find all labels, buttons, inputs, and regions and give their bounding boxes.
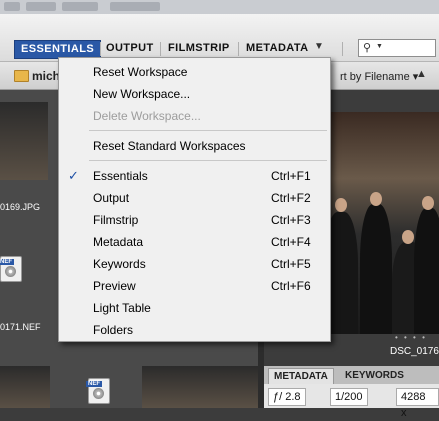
- chevron-down-icon: ▼: [376, 43, 383, 50]
- thumbnail-image[interactable]: [142, 366, 258, 408]
- menu-item-essentials[interactable]: ✓ Essentials Ctrl+F1: [59, 166, 330, 186]
- menu-item-reset-standard-workspaces[interactable]: Reset Standard Workspaces: [59, 136, 330, 156]
- search-input[interactable]: ⚲ ▼: [358, 39, 436, 57]
- thumbnail-label: 0169.JPG: [0, 202, 41, 212]
- nef-file-icon[interactable]: NEF: [86, 378, 110, 404]
- photo-face: [402, 230, 414, 244]
- menu-separator: [89, 160, 327, 161]
- checkmark-icon: ✓: [68, 168, 79, 183]
- window-titlebar: [0, 0, 439, 14]
- menu-item-folders[interactable]: Folders: [59, 320, 330, 340]
- disc-icon: [93, 388, 104, 399]
- aperture-value: ƒ/ 2.8: [268, 388, 306, 406]
- workspace-tab-filmstrip[interactable]: FILMSTRIP: [162, 40, 236, 57]
- workspace-menu: Reset Workspace New Workspace... Delete …: [58, 57, 331, 342]
- sort-dropdown[interactable]: rt by Filename ▾: [340, 70, 418, 83]
- tab-metadata[interactable]: METADATA: [268, 368, 334, 384]
- sort-ascending-icon[interactable]: ▲: [416, 68, 427, 80]
- thumbnail-label: 0171.NEF: [0, 322, 41, 332]
- folder-icon: [14, 70, 29, 82]
- nef-badge: NEF: [0, 259, 14, 265]
- disc-icon: [5, 266, 16, 277]
- rating-dots[interactable]: • • • •: [395, 333, 427, 342]
- tab-keywords[interactable]: KEYWORDS: [340, 368, 409, 383]
- tab-divider: [238, 42, 239, 56]
- nef-badge: NEF: [86, 381, 102, 387]
- metadata-placard: ƒ/ 2.8 1/200 4288 x: [264, 384, 439, 419]
- photo-face: [335, 198, 347, 212]
- nef-file-icon[interactable]: NEF: [0, 256, 22, 282]
- shutter-value: 1/200: [330, 388, 368, 406]
- thumbnail-image[interactable]: [0, 366, 50, 408]
- menu-item-delete-workspace: Delete Workspace...: [93, 109, 201, 123]
- tab-divider: [160, 42, 161, 56]
- metadata-panel-tabs: METADATA KEYWORDS: [264, 366, 439, 384]
- menu-item-output[interactable]: Output Ctrl+F2: [59, 188, 330, 208]
- photo-figure: [414, 208, 439, 334]
- search-icon: ⚲: [363, 42, 372, 54]
- photo-face: [422, 196, 434, 210]
- menu-item-new-workspace[interactable]: New Workspace...: [59, 84, 330, 104]
- menu-separator: [89, 130, 327, 131]
- menu-item-keywords[interactable]: Keywords Ctrl+F5: [59, 254, 330, 274]
- menu-item-light-table[interactable]: Light Table: [59, 298, 330, 318]
- menu-item-reset-workspace[interactable]: Reset Workspace: [59, 62, 330, 82]
- preview-caption: DSC_0176: [390, 346, 439, 357]
- workspace-bar: ESSENTIALS OUTPUT FILMSTRIP METADATA ▼ ⚲…: [0, 14, 439, 62]
- tab-divider: [342, 42, 343, 56]
- menu-item-metadata[interactable]: Metadata Ctrl+F4: [59, 232, 330, 252]
- menu-item-filmstrip[interactable]: Filmstrip Ctrl+F3: [59, 210, 330, 230]
- chevron-down-icon[interactable]: ▼: [314, 41, 324, 52]
- workspace-tab-metadata[interactable]: METADATA: [240, 40, 314, 57]
- menu-item-preview[interactable]: Preview Ctrl+F6: [59, 276, 330, 296]
- photo-figure: [360, 204, 392, 334]
- dimensions-value: 4288 x: [396, 388, 439, 419]
- workspace-tab-output[interactable]: OUTPUT: [100, 40, 160, 57]
- thumbnail-image[interactable]: [0, 102, 48, 180]
- photo-face: [370, 192, 382, 206]
- path-breadcrumb[interactable]: mich: [32, 69, 60, 83]
